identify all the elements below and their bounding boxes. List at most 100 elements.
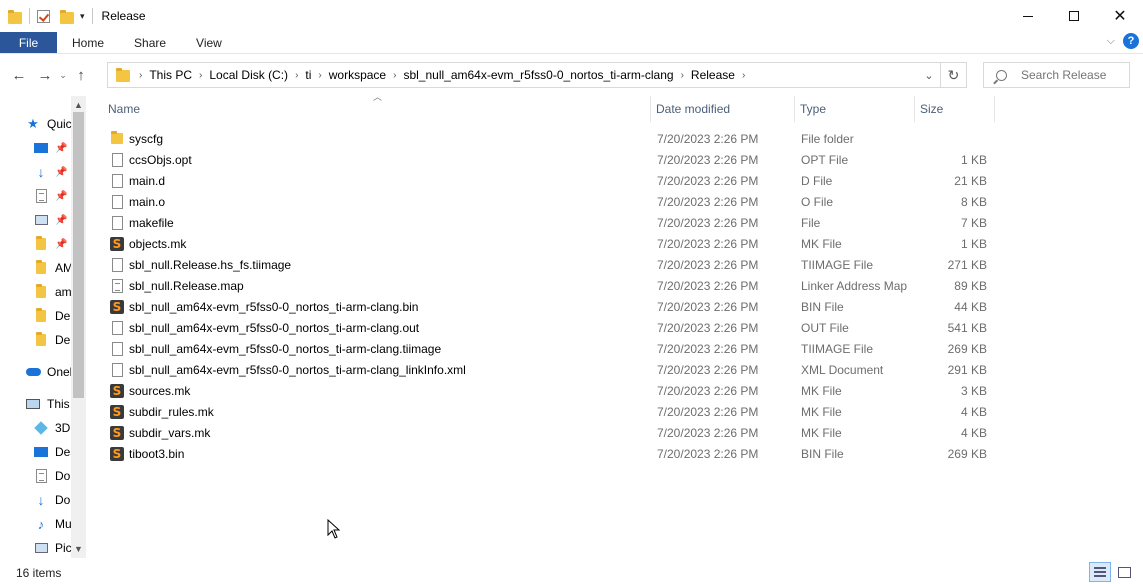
table-row[interactable]: sbl_null.Release.hs_fs.tiimage 7/20/2023… — [103, 254, 1003, 275]
chevron-right-icon[interactable]: › — [739, 70, 748, 81]
nav-item-pictures[interactable]: Pic — [33, 536, 72, 558]
chevron-right-icon[interactable]: › — [136, 70, 145, 81]
help-icon[interactable]: ? — [1123, 33, 1139, 49]
file-date: 7/20/2023 2:26 PM — [657, 278, 759, 293]
search-input[interactable] — [1021, 68, 1121, 82]
file-icon — [109, 257, 125, 273]
nav-item-quick-access[interactable]: ★ Quic — [25, 112, 72, 136]
details-view-button[interactable] — [1089, 562, 1111, 582]
table-row[interactable]: sbl_null_am64x-evm_r5fss0-0_nortos_ti-ar… — [103, 317, 1003, 338]
details-view-icon — [1094, 567, 1106, 577]
nav-item-music[interactable]: ♪ Mu — [33, 512, 72, 536]
search-box[interactable] — [983, 62, 1130, 88]
table-row[interactable]: Ssbl_null_am64x-evm_r5fss0-0_nortos_ti-a… — [103, 296, 1003, 317]
table-row[interactable]: Ssubdir_vars.mk 7/20/2023 2:26 PM MK Fil… — [103, 422, 1003, 443]
file-date: 7/20/2023 2:26 PM — [657, 446, 759, 461]
back-button[interactable]: ← — [8, 64, 30, 86]
large-icons-view-button[interactable] — [1113, 562, 1135, 582]
folder-icon — [33, 236, 49, 252]
window-title: Release — [101, 9, 146, 23]
forward-button[interactable]: → — [34, 64, 56, 86]
column-header-name[interactable]: Name — [103, 96, 651, 122]
nav-item-3d-objects[interactable]: 3D — [33, 416, 70, 440]
chevron-down-icon: ⌄ — [924, 69, 934, 82]
recent-locations-button[interactable]: ⌄ — [56, 64, 70, 86]
crumb-local-disk[interactable]: Local Disk (C:) — [205, 68, 292, 82]
crumb-workspace[interactable]: workspace — [325, 68, 390, 82]
nav-item-desktop-pinned[interactable]: 📌 — [33, 136, 67, 160]
nav-item-am-folder-2[interactable]: am — [33, 280, 72, 304]
file-type: XML Document — [801, 362, 884, 377]
nav-item-pictures-pinned[interactable]: 📌 — [33, 208, 67, 232]
table-row[interactable]: makefile 7/20/2023 2:26 PM File 7 KB — [103, 212, 1003, 233]
address-dropdown-button[interactable]: ⌄ — [918, 69, 940, 82]
table-row[interactable]: sbl_null_am64x-evm_r5fss0-0_nortos_ti-ar… — [103, 359, 1003, 380]
nav-item-del-folder-2[interactable]: Del — [33, 328, 73, 352]
arrow-up-icon: ↑ — [77, 66, 85, 84]
minimize-button[interactable] — [1005, 0, 1051, 32]
nav-item-downloads-pinned[interactable]: ↓ 📌 — [33, 160, 68, 184]
crumb-release[interactable]: Release — [687, 68, 739, 82]
file-name: ccsObjs.opt — [129, 152, 192, 167]
table-row[interactable]: ccsObjs.opt 7/20/2023 2:26 PM OPT File 1… — [103, 149, 1003, 170]
nav-item-documents-pinned[interactable]: 📌 — [33, 184, 67, 208]
up-button[interactable]: ↑ — [70, 64, 92, 86]
file-name: makefile — [129, 215, 174, 230]
chevron-right-icon[interactable]: › — [315, 70, 324, 81]
file-icon — [109, 152, 125, 168]
table-row[interactable]: sbl_null.Release.map 7/20/2023 2:26 PM L… — [103, 275, 1003, 296]
refresh-button[interactable]: ↻ — [940, 63, 966, 87]
table-row[interactable]: main.o 7/20/2023 2:26 PM O File 8 KB — [103, 191, 1003, 212]
chevron-right-icon[interactable]: › — [390, 70, 399, 81]
nav-item-desktop[interactable]: Des — [33, 440, 76, 464]
chevron-right-icon[interactable]: › — [678, 70, 687, 81]
table-row[interactable]: Stiboot3.bin 7/20/2023 2:26 PM BIN File … — [103, 443, 1003, 464]
nav-item-folder-pinned[interactable]: 📌 — [33, 232, 67, 256]
desktop-icon — [33, 444, 49, 460]
crumb-this-pc[interactable]: This PC — [145, 68, 196, 82]
column-header-type[interactable]: Type — [795, 96, 915, 122]
table-row[interactable]: Sobjects.mk 7/20/2023 2:26 PM MK File 1 … — [103, 233, 1003, 254]
crumb-project[interactable]: sbl_null_am64x-evm_r5fss0-0_nortos_ti-ar… — [399, 68, 677, 82]
sublime-icon: S — [109, 299, 125, 315]
scroll-up-icon[interactable]: ▲ — [71, 98, 86, 112]
chevron-right-icon[interactable]: › — [196, 70, 205, 81]
nav-item-this-pc[interactable]: This — [25, 392, 70, 416]
file-date: 7/20/2023 2:26 PM — [657, 341, 759, 356]
table-row[interactable]: sbl_null_am64x-evm_r5fss0-0_nortos_ti-ar… — [103, 338, 1003, 359]
close-button[interactable]: ✕ — [1097, 0, 1143, 32]
tab-home[interactable]: Home — [57, 32, 119, 53]
scroll-down-icon[interactable]: ▼ — [71, 542, 86, 556]
pin-icon: 📌 — [55, 238, 68, 250]
table-row[interactable]: Ssubdir_rules.mk 7/20/2023 2:26 PM MK Fi… — [103, 401, 1003, 422]
tab-share[interactable]: Share — [119, 32, 181, 53]
nav-item-onedrive[interactable]: Onel — [25, 360, 72, 384]
address-bar[interactable]: › This PC › Local Disk (C:) › ti › works… — [107, 62, 967, 88]
column-header-size[interactable]: Size — [915, 96, 995, 122]
file-name: main.o — [129, 194, 166, 209]
tab-file[interactable]: File — [0, 32, 57, 53]
column-header-date[interactable]: Date modified — [651, 96, 795, 122]
new-folder-icon[interactable] — [60, 9, 74, 24]
expand-ribbon-icon[interactable]: ⌵ — [1107, 35, 1115, 48]
customize-toolbar-icon[interactable]: ▾ — [80, 11, 85, 22]
file-type: File folder — [801, 131, 854, 146]
file-date: 7/20/2023 2:26 PM — [657, 404, 759, 419]
file-size: 3 KB — [960, 383, 987, 398]
table-row[interactable]: main.d 7/20/2023 2:26 PM D File 21 KB — [103, 170, 1003, 191]
maximize-button[interactable] — [1051, 0, 1097, 32]
nav-pane-scrollbar[interactable]: ▲ ▼ — [71, 96, 86, 558]
nav-item-del-folder[interactable]: Del — [33, 304, 73, 328]
nav-item-label: Pic — [55, 541, 72, 555]
table-row[interactable]: Ssources.mk 7/20/2023 2:26 PM MK File 3 … — [103, 380, 1003, 401]
chevron-right-icon[interactable]: › — [292, 70, 301, 81]
tab-view[interactable]: View — [181, 32, 237, 53]
table-row[interactable]: syscfg 7/20/2023 2:26 PM File folder — [103, 128, 1003, 149]
crumb-ti[interactable]: ti — [301, 68, 315, 82]
nav-item-downloads[interactable]: ↓ Do — [33, 488, 71, 512]
nav-item-documents[interactable]: Do — [33, 464, 70, 488]
properties-icon[interactable] — [37, 9, 50, 23]
scrollbar-thumb[interactable] — [73, 112, 84, 398]
file-size — [907, 128, 987, 149]
nav-item-am-folder[interactable]: AM — [33, 256, 73, 280]
